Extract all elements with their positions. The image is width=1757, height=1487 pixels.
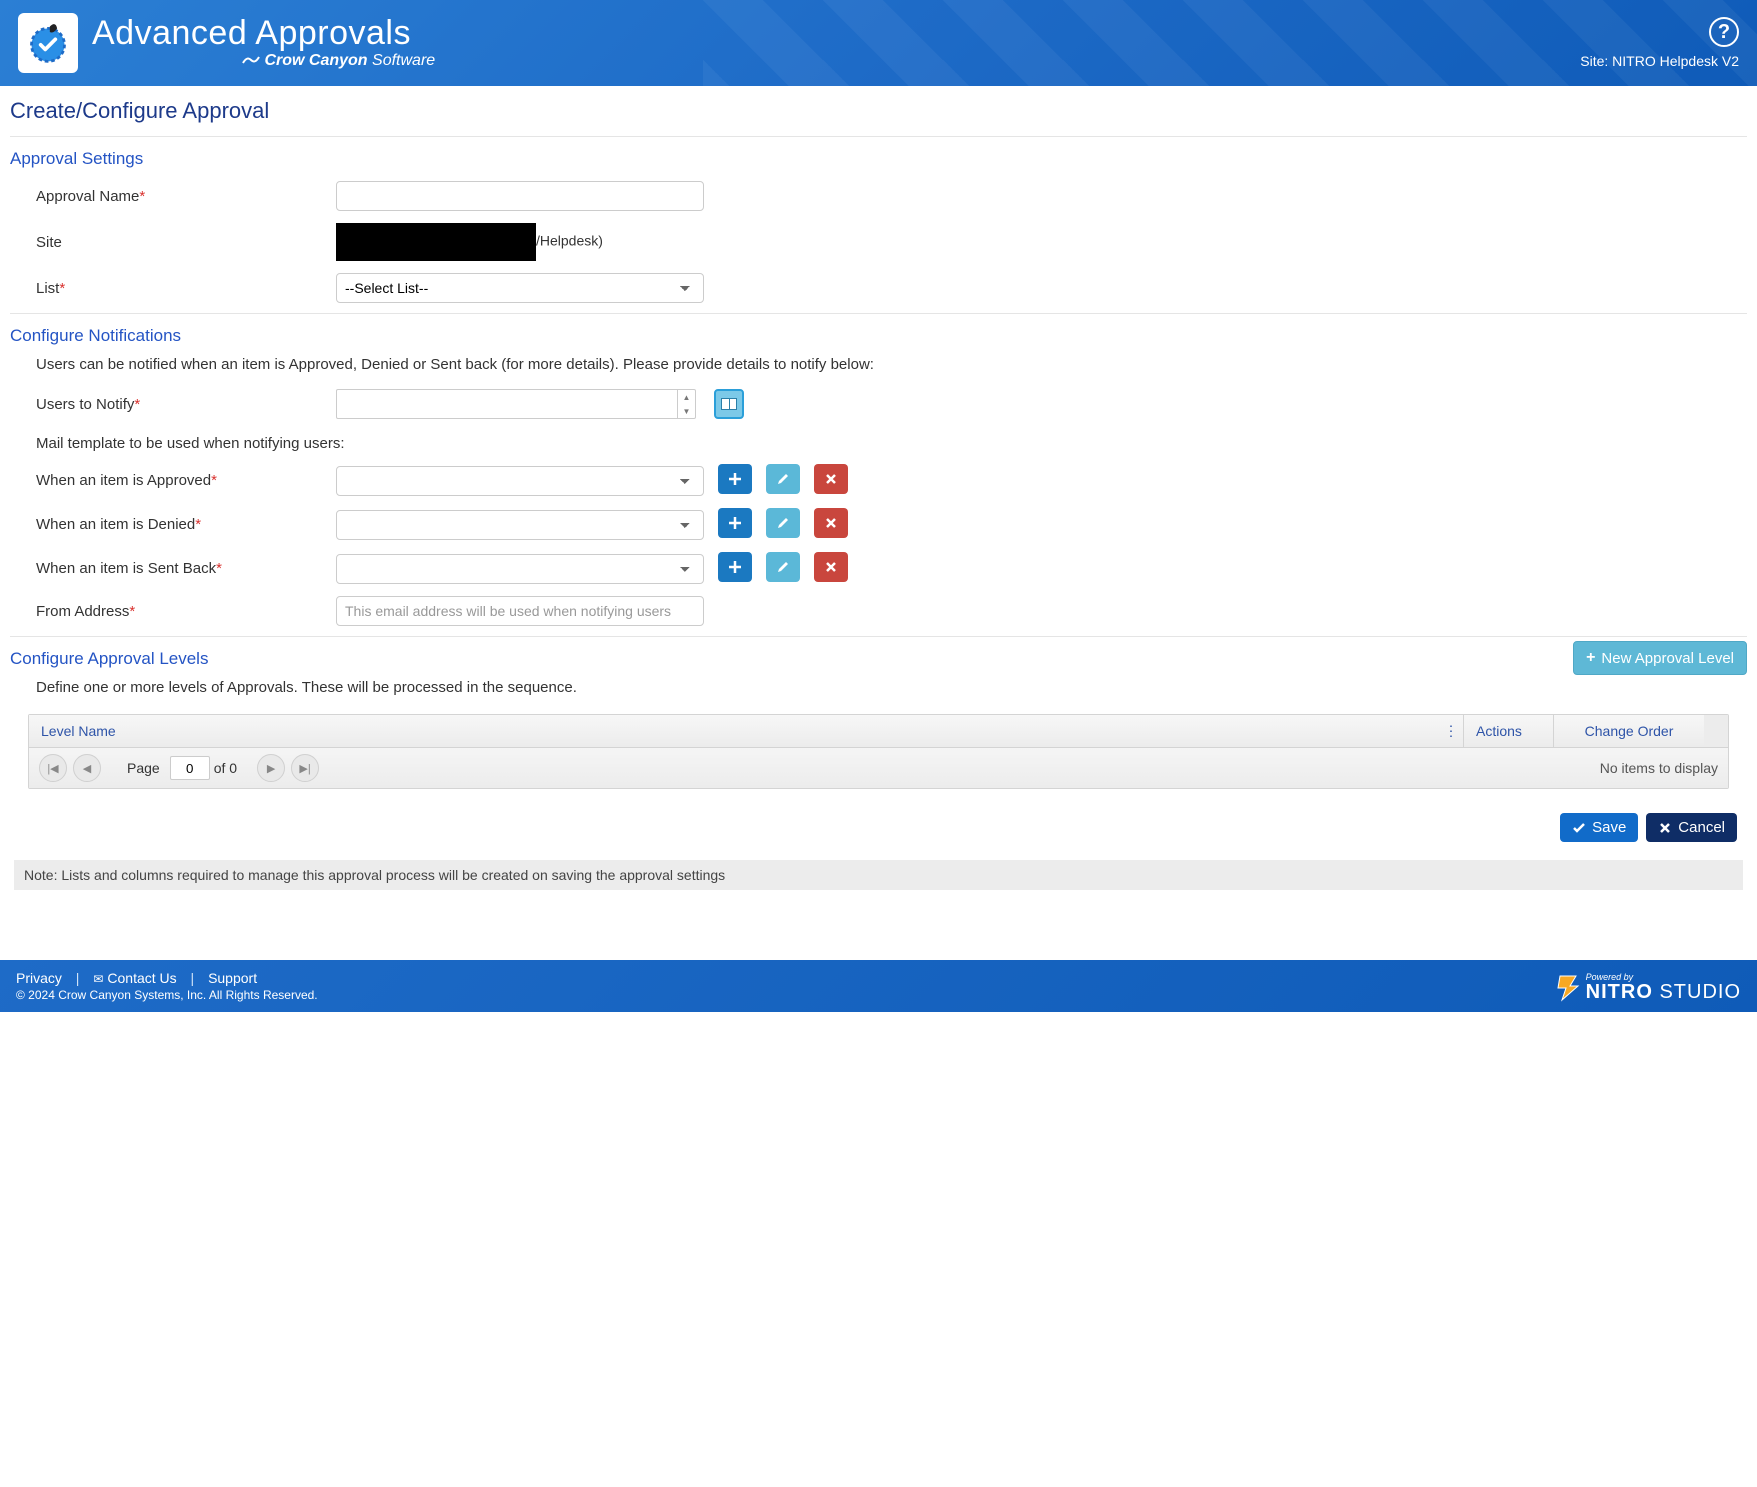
users-to-notify-input[interactable]: ▲ ▼ (336, 389, 696, 419)
levels-description: Define one or more levels of Approvals. … (10, 675, 1747, 706)
plus-icon: + (1586, 649, 1595, 667)
redacted-site-url (336, 223, 536, 261)
save-button[interactable]: Save (1560, 813, 1638, 842)
help-icon: ? (1718, 21, 1730, 44)
footer-support-link[interactable]: Support (208, 970, 257, 986)
pencil-icon (776, 472, 790, 486)
new-approval-level-button[interactable]: + New Approval Level (1573, 641, 1747, 675)
col-handle (1704, 715, 1728, 747)
from-address-label: From Address* (36, 603, 336, 620)
app-logo (18, 13, 78, 73)
plus-icon (728, 516, 742, 530)
plus-icon (728, 472, 742, 486)
col-level-name[interactable]: Level Name ⋮ (29, 715, 1464, 747)
divider (10, 636, 1747, 637)
pager-of-label: of 0 (214, 760, 237, 776)
sentback-edit-button[interactable] (766, 552, 800, 582)
wave-icon (242, 54, 260, 66)
save-label: Save (1592, 819, 1626, 836)
pager-next-button[interactable]: ▶ (257, 754, 285, 782)
approved-template-select[interactable] (336, 466, 704, 496)
levels-grid: Level Name ⋮ Actions Change Order |◀ ◀ P… (28, 714, 1729, 789)
people-spin-up[interactable]: ▲ (678, 390, 695, 404)
check-icon (1572, 821, 1586, 835)
close-icon (824, 560, 838, 574)
col-change-order: Change Order (1554, 715, 1704, 747)
section-levels: Configure Approval Levels (10, 641, 208, 675)
mail-template-heading: Mail template to be used when notifying … (10, 425, 1747, 458)
grid-header: Level Name ⋮ Actions Change Order (29, 715, 1728, 748)
denied-delete-button[interactable] (814, 508, 848, 538)
sentback-template-label: When an item is Sent Back* (36, 560, 336, 577)
pencil-icon (776, 516, 790, 530)
approval-seal-icon (26, 21, 70, 65)
note-bar: Note: Lists and columns required to mana… (14, 860, 1743, 890)
denied-add-button[interactable] (718, 508, 752, 538)
footer-copyright: © 2024 Crow Canyon Systems, Inc. All Rig… (16, 988, 318, 1002)
pager-prev-button[interactable]: ◀ (73, 754, 101, 782)
approved-add-button[interactable] (718, 464, 752, 494)
bolt-icon (1556, 974, 1580, 1002)
approved-template-label: When an item is Approved* (36, 472, 336, 489)
footer: Privacy | ✉Contact Us | Support © 2024 C… (0, 960, 1757, 1012)
approval-name-label: Approval Name* (36, 188, 336, 205)
pager-page-input[interactable] (170, 756, 210, 780)
address-book-icon (721, 398, 737, 410)
list-label: List* (36, 280, 336, 297)
approval-name-input[interactable] (336, 181, 704, 211)
from-address-input[interactable] (336, 596, 704, 626)
denied-template-label: When an item is Denied* (36, 516, 336, 533)
section-approval-settings: Approval Settings (10, 141, 1747, 175)
help-button[interactable]: ? (1709, 17, 1739, 47)
cancel-label: Cancel (1678, 819, 1725, 836)
address-book-button[interactable] (714, 389, 744, 419)
notifications-description: Users can be notified when an item is Ap… (10, 352, 1747, 383)
divider (10, 136, 1747, 137)
approved-edit-button[interactable] (766, 464, 800, 494)
sentback-delete-button[interactable] (814, 552, 848, 582)
site-indicator: Site: NITRO Helpdesk V2 (1580, 53, 1739, 69)
mail-icon: ✉ (93, 972, 103, 986)
site-label: Site (36, 234, 336, 251)
app-banner: Advanced Approvals Crow Canyon Software … (0, 0, 1757, 86)
footer-contact-link[interactable]: Contact Us (107, 970, 176, 986)
app-title: Advanced Approvals (92, 16, 435, 50)
people-spin-down[interactable]: ▼ (678, 404, 695, 418)
page-title: Create/Configure Approval (10, 96, 1747, 132)
users-to-notify-label: Users to Notify* (36, 396, 336, 413)
pager-first-button[interactable]: |◀ (39, 754, 67, 782)
close-icon (824, 516, 838, 530)
sentback-add-button[interactable] (718, 552, 752, 582)
close-icon (1658, 821, 1672, 835)
section-notifications: Configure Notifications (10, 318, 1747, 352)
approved-delete-button[interactable] (814, 464, 848, 494)
vendor-label: Crow Canyon Software (242, 52, 435, 70)
column-menu-icon[interactable]: ⋮ (1444, 723, 1457, 740)
denied-template-select[interactable] (336, 510, 704, 540)
pager-last-button[interactable]: ▶| (291, 754, 319, 782)
close-icon (824, 472, 838, 486)
divider (10, 313, 1747, 314)
pencil-icon (776, 560, 790, 574)
list-select[interactable]: --Select List-- (336, 273, 704, 303)
denied-edit-button[interactable] (766, 508, 800, 538)
site-value: /Helpdesk) (336, 223, 603, 261)
nitro-studio-logo: Powered by NITRO STUDIO (1556, 973, 1741, 1002)
pager-empty-label: No items to display (1600, 760, 1718, 776)
cancel-button[interactable]: Cancel (1646, 813, 1737, 842)
footer-privacy-link[interactable]: Privacy (16, 970, 62, 986)
pager-page-label: Page (127, 760, 160, 776)
col-actions: Actions (1464, 715, 1554, 747)
sentback-template-select[interactable] (336, 554, 704, 584)
new-approval-level-label: New Approval Level (1601, 650, 1734, 667)
plus-icon (728, 560, 742, 574)
grid-pager: |◀ ◀ Page of 0 ▶ ▶| No items to display (29, 748, 1728, 788)
